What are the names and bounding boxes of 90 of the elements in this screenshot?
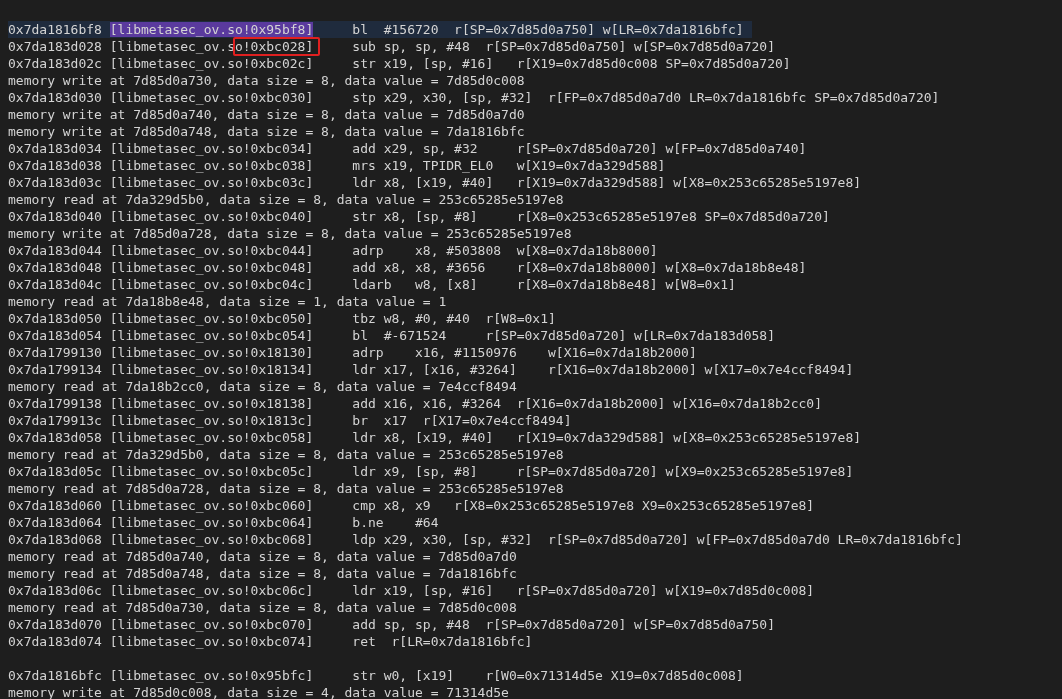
module-text: [libmetasec_ov.so!0xbc070]: [109, 617, 314, 632]
instruction-text: stp x29, x30, [sp, #32] r[FP=0x7d85d0a7d0 LR=0x7da1816bfc SP=0x7d85d0a720]: [352, 89, 940, 106]
module-text: [libmetasec_ov.so!0xbc034]: [109, 141, 314, 156]
module-text: [libmetasec_ov.so!0xbc058]: [109, 430, 314, 445]
address-text: 0x7da1799130: [8, 344, 102, 361]
address-text: 0x7da179913c: [8, 412, 102, 429]
module-text: [libmetasec_ov.so!0xbc02c]: [109, 56, 314, 71]
module-text: [libmetasec_ov.so!0xbc05c]: [109, 464, 314, 479]
address-text: 0x7da183d070: [8, 616, 102, 633]
address-text: 0x7da183d04c: [8, 276, 102, 293]
instruction-text: bl #-671524 r[SP=0x7d85d0a720] w[LR=0x7da183d058]: [352, 327, 775, 344]
instruction-text: mrs x19, TPIDR_EL0 w[X19=0x7da329d588]: [352, 157, 666, 174]
module-text: [libmetasec_ov.so!0xbc068]: [109, 532, 314, 547]
instruction-text: adrp x16, #1150976 w[X16=0x7da18b2000]: [352, 344, 697, 361]
memory-log-text: memory read at 7da18b2cc0, data size = 8, data value = 7e4ccf8494: [8, 378, 517, 395]
address-text: 0x7da183d040: [8, 208, 102, 225]
address-text: 0x7da1799134: [8, 361, 102, 378]
address-text: 0x7da183d044: [8, 242, 102, 259]
module-text: [libmetasec_ov.so!0xbc040]: [109, 209, 314, 224]
address-text: 0x7da183d030: [8, 89, 102, 106]
address-text: 0x7da183d058: [8, 429, 102, 446]
module-text: [libmetasec_ov.so!0xbc054]: [109, 328, 314, 343]
module-text: [libmetasec_ov.so!0xbc03c]: [109, 175, 314, 190]
memory-log-text: memory read at 7da329d5b0, data size = 8, data value = 253c65285e5197e8: [8, 191, 564, 208]
module-text: [libmetasec_ov.so!0xbc060]: [109, 498, 314, 513]
module-text: [libmetasec_ov.so!0x18138]: [109, 396, 314, 411]
memory-log-text: memory read at 7d85d0a730, data size = 8, data value = 7d85d0c008: [8, 599, 517, 616]
address-text: 0x7da1799138: [8, 395, 102, 412]
instruction-text: str x19, [sp, #16] r[X19=0x7d85d0c008 SP=0x7d85d0a720]: [352, 55, 791, 72]
module-text: [libmetasec_ov.so!0xbc050]: [109, 311, 314, 326]
instruction-text: tbz w8, #0, #40 r[W8=0x1]: [352, 310, 556, 327]
instruction-text: br x17 r[X17=0x7e4ccf8494]: [352, 412, 572, 429]
instruction-text: ldr x19, [sp, #16] r[SP=0x7d85d0a720] w[X19=0x7d85d0c008]: [352, 582, 815, 599]
address-text: 0x7da183d038: [8, 157, 102, 174]
memory-log-text: memory write at 7d85d0a730, data size = 8, data value = 7d85d0c008: [8, 72, 525, 89]
address-text: 0x7da183d034: [8, 140, 102, 157]
address-text: 0x7da183d028: [8, 38, 102, 55]
instruction-text: ret r[LR=0x7da1816bfc]: [352, 633, 533, 650]
instruction-text: b.ne #64: [352, 514, 439, 531]
memory-log-text: memory write at 7d85d0a748, data size = 8, data value = 7da1816bfc: [8, 123, 525, 140]
instruction-text: cmp x8, x9 r[X8=0x253c65285e5197e8 X9=0x253c65285e5197e8]: [352, 497, 815, 514]
memory-log-text: memory read at 7da18b8e48, data size = 1, data value = 1: [8, 293, 447, 310]
instruction-text: ldr x8, [x19, #40] r[X19=0x7da329d588] w[X8=0x253c65285e5197e8]: [352, 174, 862, 191]
instruction-text: str x8, [sp, #8] r[X8=0x253c65285e5197e8 SP=0x7d85d0a720]: [352, 208, 830, 225]
module-text: [libmetasec_ov.so!0xbc048]: [109, 260, 314, 275]
address-text: 0x7da1816bf8: [8, 21, 102, 38]
module-text: [libmetasec_ov.so!0xbc074]: [109, 634, 314, 649]
memory-log-text: memory write at 7d85d0c008, data size = 4, data value = 71314d5e: [8, 684, 509, 699]
address-text: 0x7da183d064: [8, 514, 102, 531]
module-text: [libmetasec_ov.so!0xbc030]: [109, 90, 314, 105]
instruction-text: adrp x8, #503808 w[X8=0x7da18b8000]: [352, 242, 658, 259]
module-text: [libmetasec_ov.so!0x95bf8]: [109, 22, 314, 37]
instruction-text: ldp x29, x30, [sp, #32] r[SP=0x7d85d0a720] w[FP=0x7d85d0a7d0 LR=0x7da1816bfc]: [352, 531, 963, 548]
module-text: [libmetasec_ov.so!0xbc038]: [109, 158, 314, 173]
address-text: 0x7da183d050: [8, 310, 102, 327]
instruction-text: ldr x9, [sp, #8] r[SP=0x7d85d0a720] w[X9=0x253c65285e5197e8]: [352, 463, 854, 480]
module-text: [libmetasec_ov.so!0x18130]: [109, 345, 314, 360]
memory-log-text: memory read at 7da329d5b0, data size = 8, data value = 253c65285e5197e8: [8, 446, 564, 463]
address-text: 0x7da183d048: [8, 259, 102, 276]
memory-log-text: memory write at 7d85d0a728, data size = 8, data value = 253c65285e5197e8: [8, 225, 572, 242]
instruction-text: add x8, x8, #3656 r[X8=0x7da18b8000] w[X8=0x7da18b8e48]: [352, 259, 807, 276]
instruction-text: ldr x17, [x16, #3264] r[X16=0x7da18b2000] w[X17=0x7e4ccf8494]: [352, 361, 854, 378]
instruction-text: add x29, sp, #32 r[SP=0x7d85d0a720] w[FP=0x7d85d0a740]: [352, 140, 807, 157]
instruction-text: ldr x8, [x19, #40] r[X19=0x7da329d588] w[X8=0x253c65285e5197e8]: [352, 429, 862, 446]
module-text: [libmetasec_ov.so!0x18134]: [109, 362, 314, 377]
instruction-text: add x16, x16, #3264 r[X16=0x7da18b2000] w[X16=0x7da18b2cc0]: [352, 395, 822, 412]
instruction-text: sub sp, sp, #48 r[SP=0x7d85d0a750] w[SP=0x7d85d0a720]: [352, 38, 775, 55]
module-text: [libmetasec_ov.so!0xbc06c]: [109, 583, 314, 598]
module-text: [libmetasec_ov.so!0xbc064]: [109, 515, 314, 530]
module-text: [libmetasec_ov.so!0x1813c]: [109, 413, 314, 428]
address-text: 0x7da183d068: [8, 531, 102, 548]
instruction-text: ldarb w8, [x8] r[X8=0x7da18b8e48] w[W8=0x1]: [352, 276, 736, 293]
memory-log-text: memory read at 7d85d0a728, data size = 8, data value = 253c65285e5197e8: [8, 480, 564, 497]
instruction-text: bl #156720 r[SP=0x7d85d0a750] w[LR=0x7da1816bfc]: [352, 21, 744, 38]
memory-log-text: memory read at 7d85d0a748, data size = 8, data value = 7da1816bfc: [8, 565, 517, 582]
module-text: [libmetasec_ov.so!0xbc044]: [109, 243, 314, 258]
address-text: 0x7da183d03c: [8, 174, 102, 191]
memory-log-text: memory read at 7d85d0a740, data size = 8, data value = 7d85d0a7d0: [8, 548, 517, 565]
module-text: [libmetasec_ov.so!0x95bfc]: [109, 668, 314, 683]
memory-log-text: memory write at 7d85d0a740, data size = 8, data value = 7d85d0a7d0: [8, 106, 525, 123]
address-text: 0x7da183d02c: [8, 55, 102, 72]
address-text: 0x7da183d054: [8, 327, 102, 344]
address-text: 0x7da183d06c: [8, 582, 102, 599]
instruction-text: str w0, [x19] r[W0=0x71314d5e X19=0x7d85d0c008]: [352, 667, 744, 684]
address-text: 0x7da183d05c: [8, 463, 102, 480]
address-text: 0x7da183d074: [8, 633, 102, 650]
address-text: 0x7da183d060: [8, 497, 102, 514]
instruction-text: add sp, sp, #48 r[SP=0x7d85d0a720] w[SP=0x7d85d0a750]: [352, 616, 775, 633]
address-text: 0x7da1816bfc: [8, 667, 102, 684]
module-text: [libmetasec_ov.so!0xbc04c]: [109, 277, 314, 292]
